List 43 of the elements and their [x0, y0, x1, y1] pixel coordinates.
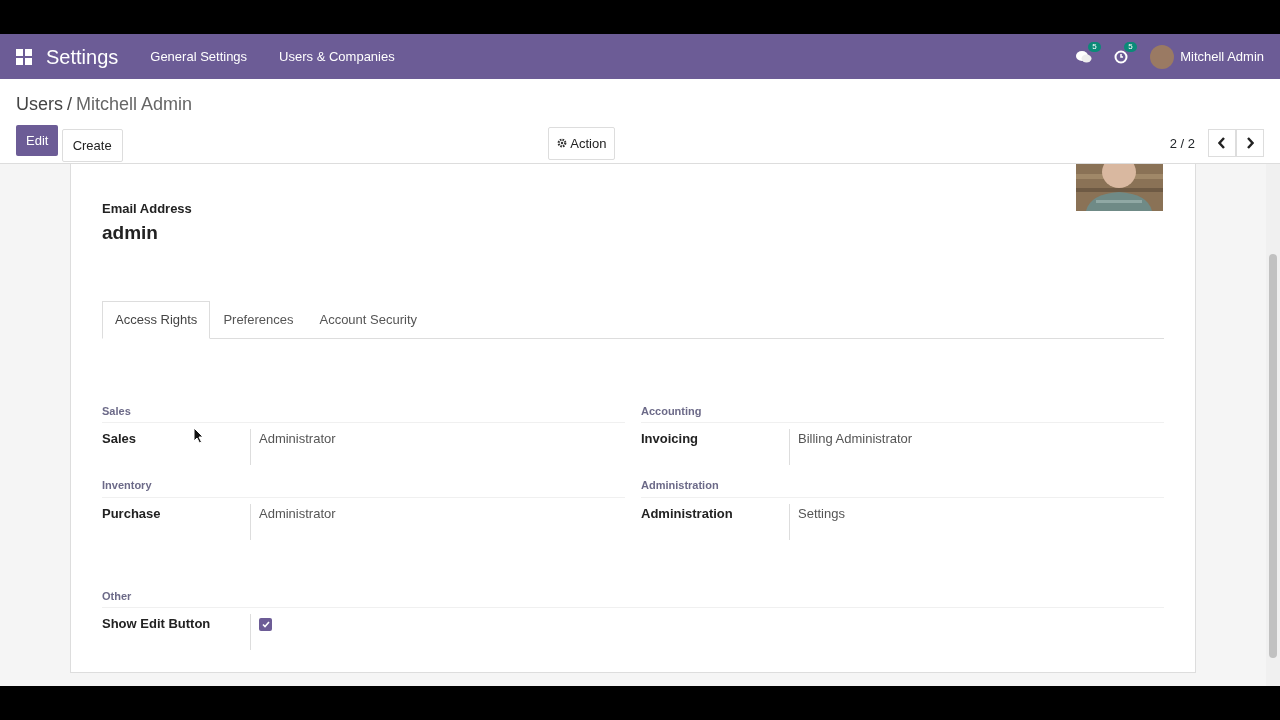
tab[interactable]: Account Security	[306, 301, 430, 339]
email-value: admin	[102, 220, 159, 245]
field-label: Administration	[641, 505, 733, 521]
app-name[interactable]: Settings	[46, 41, 119, 72]
tab[interactable]: Access Rights	[102, 301, 211, 339]
scrollbar[interactable]	[1266, 164, 1280, 686]
tab[interactable]: Preferences	[210, 301, 307, 339]
action-button[interactable]: Action	[548, 126, 616, 160]
field-label: Show Edit Button	[102, 616, 211, 631]
menu-item[interactable]: Users & Companies	[263, 46, 411, 67]
edit-button[interactable]: Edit	[16, 124, 59, 156]
breadcrumb-current: Mitchell Admin	[76, 94, 193, 114]
mouse-cursor-icon	[193, 427, 204, 444]
create-button[interactable]: Create	[61, 128, 123, 162]
notification-badge: 5	[1088, 41, 1101, 53]
group-title: Administration	[641, 477, 1164, 498]
user-name[interactable]: Mitchell Admin	[1180, 46, 1264, 67]
notification-badge: 5	[1124, 41, 1137, 53]
group-title: Sales	[102, 402, 625, 423]
field-value: Billing Administrator	[798, 431, 913, 446]
breadcrumb-separator: /	[67, 94, 73, 114]
chevron-left-icon	[1218, 137, 1226, 150]
field-value: Administrator	[259, 431, 336, 446]
pager-counter: 2 / 2	[1169, 134, 1195, 153]
gear-icon	[557, 138, 567, 149]
breadcrumb-link[interactable]: Users	[16, 94, 63, 114]
checkbox[interactable]	[259, 618, 272, 631]
field-value: Administrator	[259, 505, 336, 521]
group-title: Accounting	[641, 402, 1164, 423]
chat-icon[interactable]	[1075, 49, 1092, 64]
apps-menu-icon[interactable]	[16, 48, 32, 65]
menu-item[interactable]: General Settings	[134, 46, 264, 67]
previous-button[interactable]	[1208, 129, 1236, 158]
group-title: Inventory	[102, 477, 625, 498]
chevron-right-icon	[1246, 137, 1254, 150]
field-label: Invoicing	[641, 431, 699, 446]
group-title: Other	[102, 587, 1164, 608]
field-label: Email Address	[102, 200, 193, 218]
clock-icon[interactable]	[1113, 49, 1128, 64]
field-value: Settings	[798, 505, 845, 521]
field-label: Purchase	[102, 505, 161, 521]
field-label: Sales	[102, 431, 136, 446]
next-button[interactable]	[1236, 129, 1264, 158]
